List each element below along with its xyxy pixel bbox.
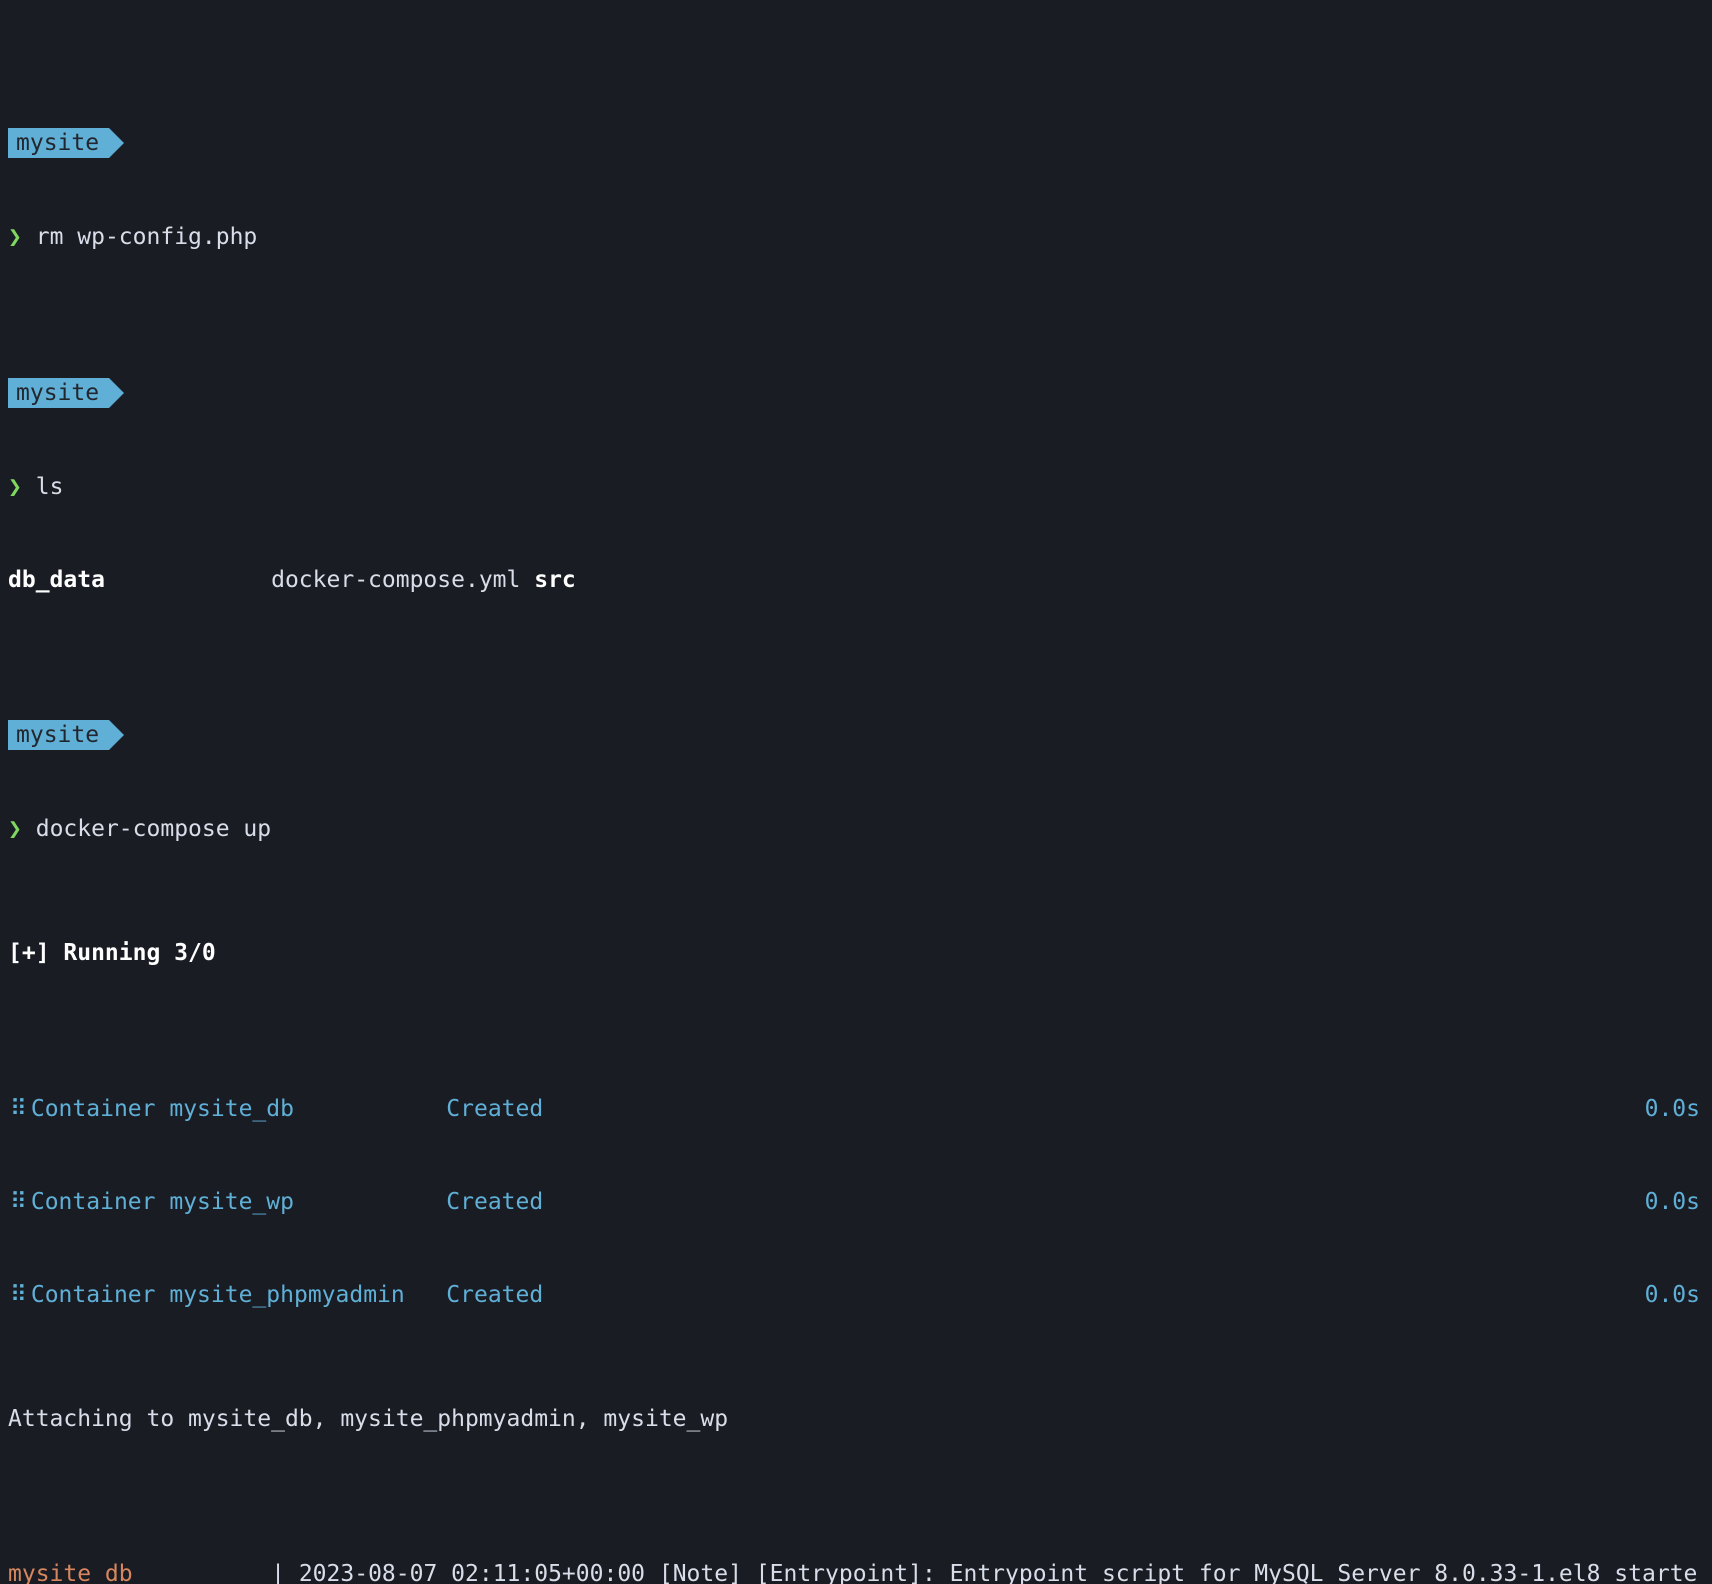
container-name: mysite_wp bbox=[169, 1189, 294, 1215]
container-name: mysite_db bbox=[169, 1096, 294, 1122]
compose-container-row: ⠿Container mysite_phpmyadmin Created 0.0… bbox=[8, 1280, 1704, 1311]
log-source: mysite_db bbox=[8, 1561, 271, 1584]
container-word: Container bbox=[31, 1282, 156, 1308]
container-word: Container bbox=[31, 1189, 156, 1215]
command-text: rm wp-config.php bbox=[36, 224, 258, 250]
compose-container-row: ⠿Container mysite_db Created 0.0s bbox=[8, 1094, 1704, 1125]
command-text: docker-compose up bbox=[36, 816, 271, 842]
spinner-icon: ⠿ bbox=[8, 1282, 31, 1308]
prompt-badge: mysite bbox=[8, 378, 1704, 410]
command-text: ls bbox=[36, 474, 64, 500]
container-time: 0.0s bbox=[1645, 1187, 1704, 1218]
compose-container-row: ⠿Container mysite_wp Created 0.0s bbox=[8, 1187, 1704, 1218]
container-status: Created bbox=[446, 1189, 543, 1215]
container-name: mysite_phpmyadmin bbox=[169, 1282, 404, 1308]
container-status: Created bbox=[446, 1096, 543, 1122]
prompt-badge: mysite bbox=[8, 128, 1704, 160]
compose-attaching: Attaching to mysite_db, mysite_phpmyadmi… bbox=[8, 1404, 1704, 1435]
terminal-output[interactable]: mysite ❯ rm wp-config.php mysite ❯ ls db… bbox=[0, 0, 1712, 1584]
spinner-icon: ⠿ bbox=[8, 1096, 31, 1122]
container-time: 0.0s bbox=[1645, 1094, 1704, 1125]
cwd-badge: mysite bbox=[8, 128, 109, 158]
compose-log-line: mysite_db | 2023-08-07 02:11:05+00:00 [N… bbox=[8, 1559, 1704, 1584]
prompt-badge: mysite bbox=[8, 720, 1704, 752]
cwd-badge: mysite bbox=[8, 720, 109, 750]
ls-entry: src bbox=[534, 567, 576, 593]
command-line: ❯ ls bbox=[8, 472, 1704, 503]
prompt-symbol: ❯ bbox=[8, 474, 22, 500]
prompt-symbol: ❯ bbox=[8, 224, 22, 250]
ls-output: db_data docker-compose.yml src bbox=[8, 565, 1704, 596]
container-time: 0.0s bbox=[1645, 1280, 1704, 1311]
ls-entry: docker-compose.yml bbox=[271, 567, 520, 593]
log-pipe: | bbox=[271, 1561, 285, 1584]
cwd-badge: mysite bbox=[8, 378, 109, 408]
container-word: Container bbox=[31, 1096, 156, 1122]
ls-entry: db_data bbox=[8, 567, 105, 593]
command-line: ❯ docker-compose up bbox=[8, 814, 1704, 845]
spinner-icon: ⠿ bbox=[8, 1189, 31, 1215]
compose-running-header: [+] Running 3/0 bbox=[8, 938, 1704, 969]
container-status: Created bbox=[446, 1282, 543, 1308]
prompt-symbol: ❯ bbox=[8, 816, 22, 842]
command-line: ❯ rm wp-config.php bbox=[8, 222, 1704, 253]
